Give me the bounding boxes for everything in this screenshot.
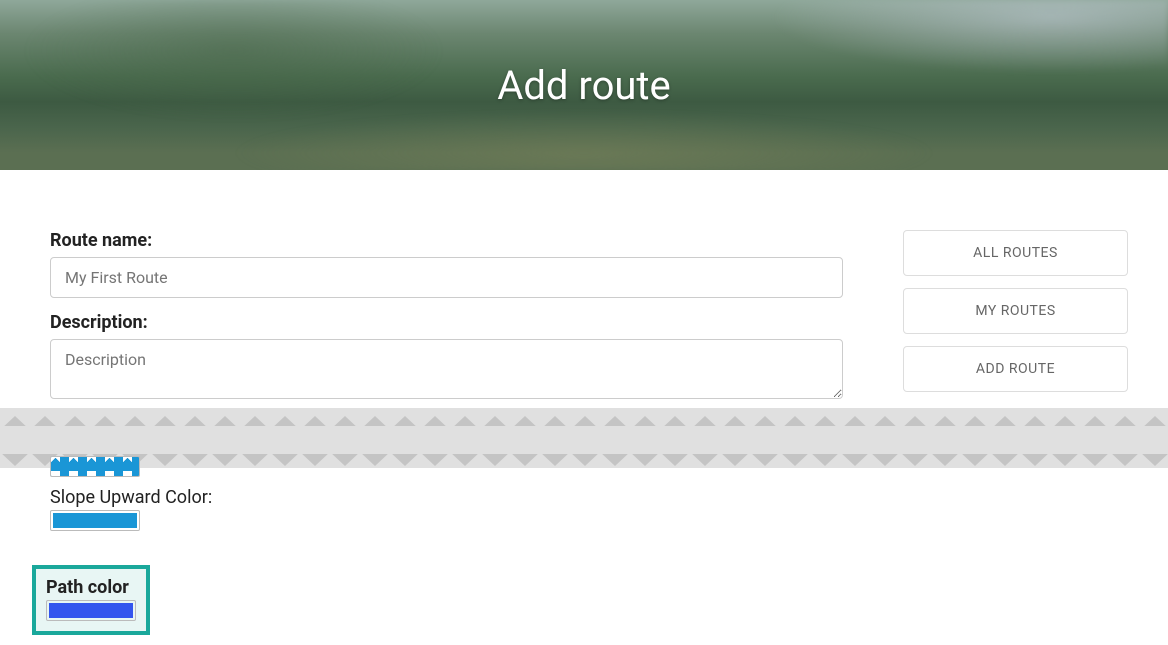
slope-upward-color-inner [53,513,137,528]
all-routes-button[interactable]: ALL ROUTES [903,230,1128,276]
content-area: Route name: Description: ALL ROUTES MY R… [0,170,1168,459]
maps-legend-title: Maps Legend [903,434,1128,459]
sidebar: ALL ROUTES MY ROUTES ADD ROUTE Maps Lege… [903,230,1128,459]
add-route-button[interactable]: ADD ROUTE [903,346,1128,392]
path-color-inner [49,603,133,618]
page-title: Add route [497,62,670,109]
hero-banner: Add route [0,0,1168,170]
path-color-swatch[interactable] [46,600,136,621]
slope-upward-color-swatch[interactable] [50,510,140,531]
form-area: Route name: Description: [50,230,843,459]
description-label: Description: [50,312,843,333]
route-name-input[interactable] [50,257,843,298]
path-color-label: Path color [46,577,136,598]
color-section: Slope Upward Color: Path color [50,456,212,635]
my-routes-button[interactable]: MY ROUTES [903,288,1128,334]
route-name-label: Route name: [50,230,843,251]
path-color-highlight: Path color [32,565,150,635]
slope-upward-color-label: Slope Upward Color: [50,487,212,508]
description-textarea[interactable] [50,339,843,399]
slope-zigzag-swatch[interactable] [50,456,140,477]
